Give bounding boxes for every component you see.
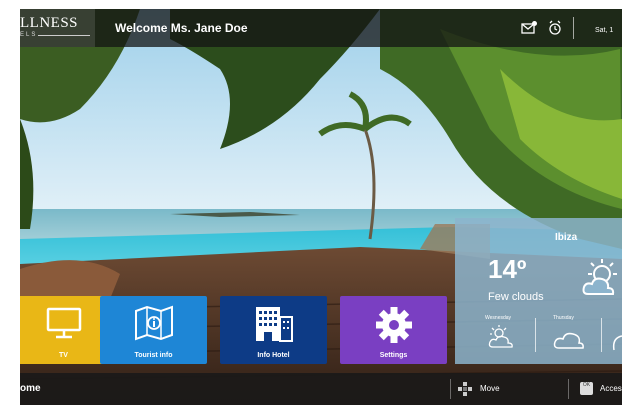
- weather-description: Few clouds: [488, 291, 544, 303]
- top-bar: LLNESS ELS Welcome Ms. Jane Doe Sat, 1: [20, 9, 622, 47]
- access-hint: Acces: [600, 384, 622, 393]
- home-label[interactable]: ome: [20, 383, 41, 394]
- forecast-cloud-icon: [553, 332, 584, 349]
- ok-key-icon: OK: [580, 382, 593, 395]
- forecast-day-1: Wesnesday: [485, 315, 512, 321]
- ok-key-label: OK: [582, 382, 591, 388]
- bottom-bar: ome Move OK Acces: [20, 373, 622, 405]
- logo-subtext: ELS: [20, 32, 38, 38]
- hotel-logo: LLNESS ELS: [20, 9, 95, 47]
- top-bar-divider: [573, 17, 574, 39]
- tile-tourist-info[interactable]: Tourist info: [100, 296, 207, 364]
- sun-cloud-icon: [582, 259, 617, 295]
- alarm-clock-icon[interactable]: [546, 19, 564, 37]
- weather-widget[interactable]: Ibiza 14º Few clouds Wesnesday Thursday: [455, 218, 622, 364]
- weather-temperature: 14º: [488, 254, 527, 284]
- bottom-divider: [450, 379, 451, 399]
- gear-icon: [375, 307, 412, 343]
- tile-info-hotel-label: Info Hotel: [257, 352, 290, 359]
- tile-tourist-info-label: Tourist info: [134, 352, 173, 359]
- dpad-move-icon: [458, 382, 472, 396]
- bottom-divider: [568, 379, 569, 399]
- envelope-icon[interactable]: [520, 19, 538, 37]
- map-info-icon: [134, 305, 173, 341]
- forecast-partial-icon: [612, 335, 622, 351]
- weather-city: Ibiza: [555, 232, 578, 243]
- tile-info-hotel[interactable]: Info Hotel: [220, 296, 327, 364]
- forecast-separator: [601, 318, 602, 352]
- logo-text: LLNESS: [20, 15, 79, 31]
- forecast-sun-cloud-icon: [488, 325, 513, 348]
- date-display: Sat, 1: [595, 27, 614, 34]
- logo-underline: [38, 35, 90, 36]
- tile-settings-label: Settings: [379, 352, 408, 359]
- welcome-message: Welcome Ms. Jane Doe: [115, 21, 248, 35]
- tv-icon: [46, 307, 81, 339]
- tv-portal-screen: LLNESS ELS Welcome Ms. Jane Doe Sat, 1 T…: [20, 9, 622, 405]
- hotel-building-icon: [255, 307, 293, 342]
- forecast-day-2: Thursday: [553, 315, 574, 321]
- move-hint: Move: [480, 384, 500, 393]
- tile-settings[interactable]: Settings: [340, 296, 447, 364]
- forecast-separator: [535, 318, 536, 352]
